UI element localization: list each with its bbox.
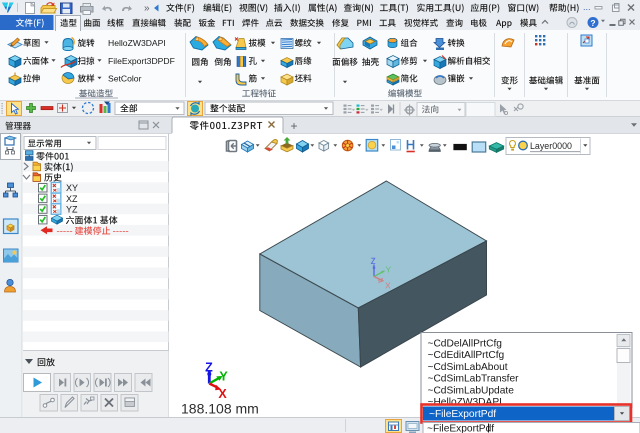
svg-text:?: ?	[590, 18, 595, 28]
svg-text:»: »	[144, 3, 150, 14]
svg-text:HelloZW3DAPI: HelloZW3DAPI	[108, 38, 166, 48]
svg-text:Y: Y	[219, 370, 228, 384]
svg-text:XY: XY	[66, 183, 78, 193]
svg-text:+: +	[290, 119, 297, 133]
svg-text:FileExport3DPDF: FileExport3DPDF	[108, 56, 175, 66]
svg-text:188.108 mm: 188.108 mm	[181, 401, 259, 417]
svg-text:~FileExportPdf: ~FileExportPdf	[427, 424, 494, 433]
svg-text:~CdSimLabTransfer: ~CdSimLabTransfer	[428, 374, 520, 385]
svg-text:Y: Y	[386, 265, 392, 275]
svg-text:...: ...	[583, 2, 591, 12]
svg-text:~FileExportPdf: ~FileExportPdf	[429, 409, 496, 420]
svg-text:Layer0000: Layer0000	[530, 141, 572, 151]
svg-text:X: X	[218, 387, 227, 401]
svg-text:~HelloZW3DAPI: ~HelloZW3DAPI	[428, 397, 502, 408]
svg-text:SetColor: SetColor	[108, 74, 142, 84]
svg-text:~CdSimLabUpdate: ~CdSimLabUpdate	[428, 385, 515, 396]
svg-text:~CdEditAllPrtCfg: ~CdEditAllPrtCfg	[428, 350, 505, 361]
svg-text:~CdDelAllPrtCfg: ~CdDelAllPrtCfg	[428, 339, 503, 350]
svg-text:Z: Z	[205, 361, 213, 375]
svg-text:X: X	[385, 281, 391, 291]
svg-text:YZ: YZ	[66, 204, 78, 214]
svg-text:XZ: XZ	[66, 194, 78, 204]
svg-text:~CdSimLabAbout: ~CdSimLabAbout	[428, 362, 508, 373]
